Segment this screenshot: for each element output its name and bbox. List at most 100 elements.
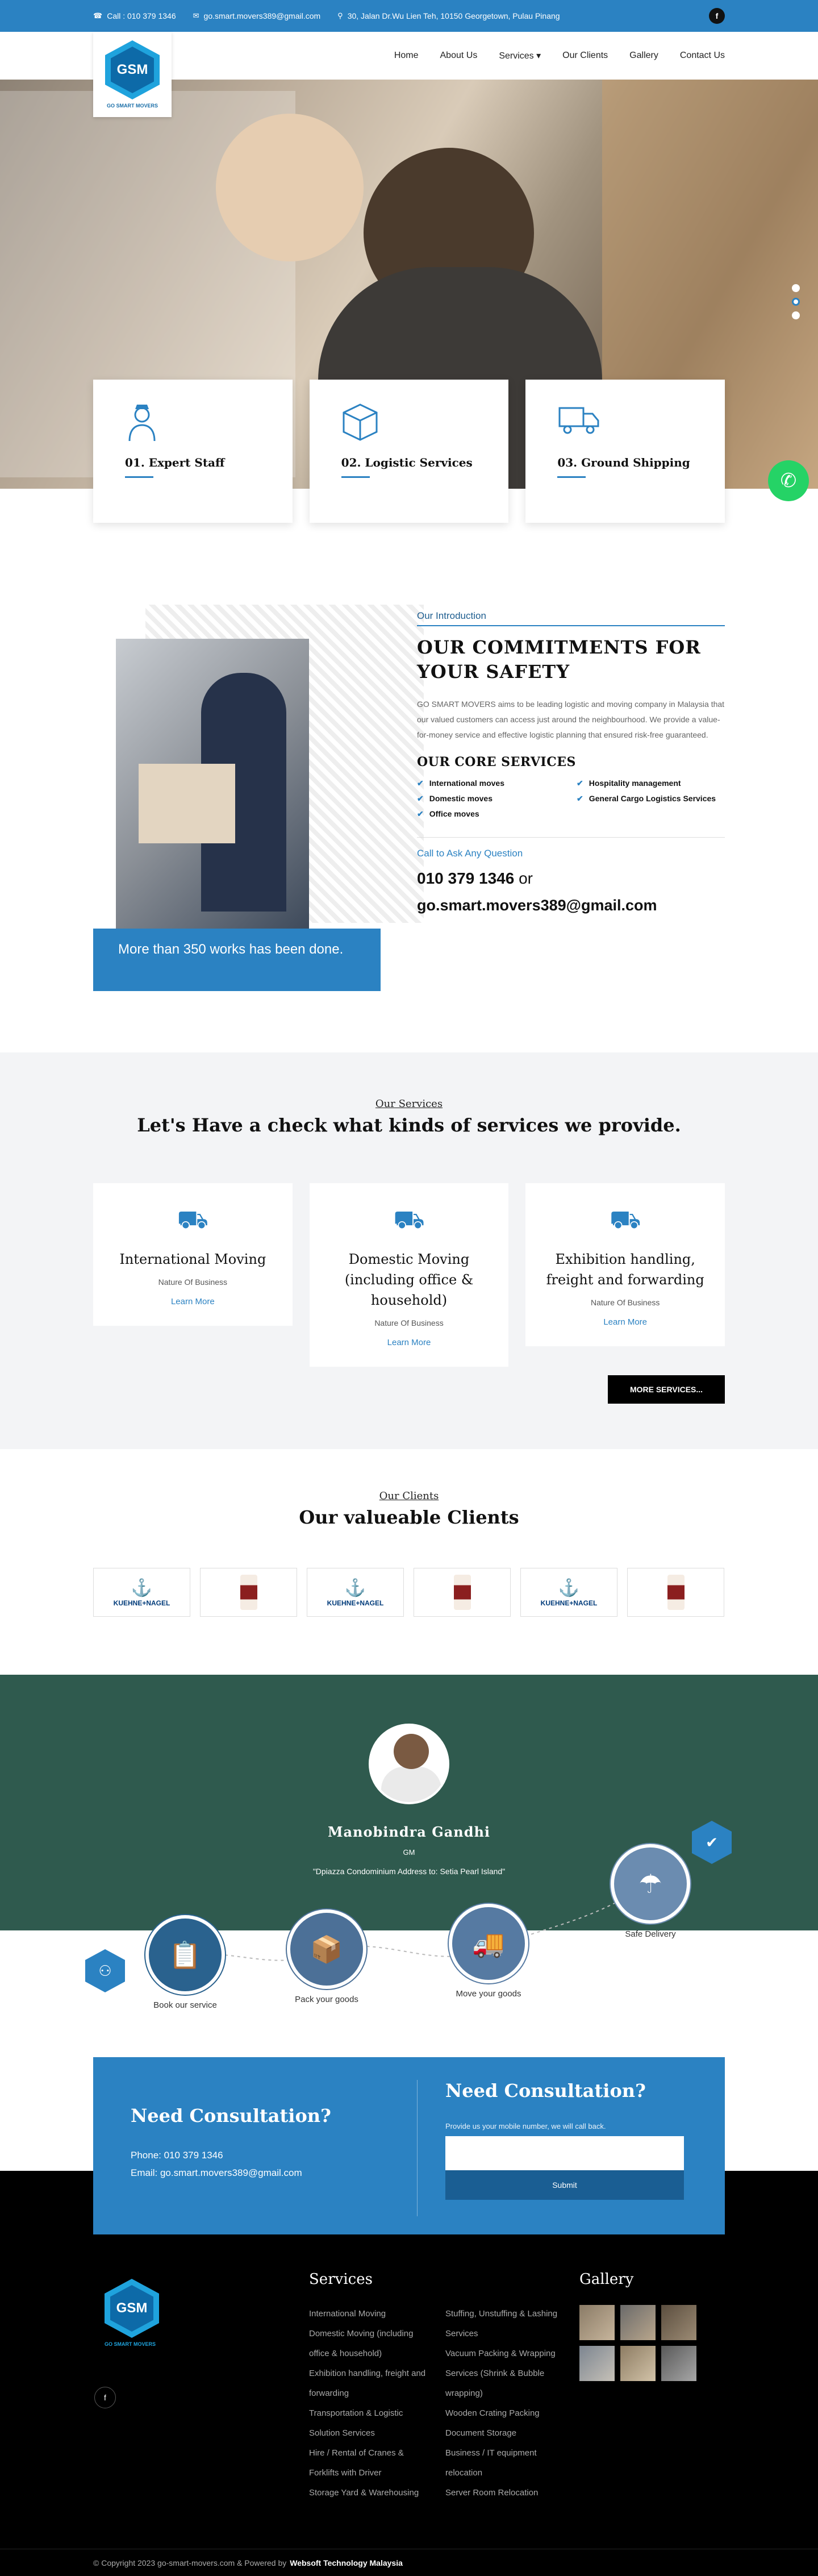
- gallery-thumb[interactable]: [620, 2305, 656, 2340]
- truck-icon: [557, 402, 693, 448]
- check-icon: ✔: [577, 794, 583, 804]
- submit-button[interactable]: Submit: [445, 2170, 684, 2200]
- learn-more-link[interactable]: Learn More: [110, 1297, 276, 1306]
- site-logo[interactable]: GSM GO SMART MOVERS: [93, 32, 172, 117]
- footer-link[interactable]: Hire / Rental of Cranes &: [309, 2443, 434, 2463]
- feature-card: 01. Expert Staff: [93, 380, 293, 523]
- bottle-logo: [240, 1575, 257, 1610]
- nav-clients[interactable]: Our Clients: [562, 51, 608, 61]
- clipboard-icon: 📋: [145, 1915, 225, 1995]
- phone-icon: ☎: [93, 11, 103, 20]
- powered-by-link[interactable]: Websoft Technology Malaysia: [290, 2558, 403, 2567]
- consult-phone[interactable]: Phone: 010 379 1346: [131, 2150, 223, 2161]
- client-logo[interactable]: ⚓ KUEHNE+NAGEL: [93, 1568, 190, 1617]
- footer-link[interactable]: Document Storage: [445, 2423, 570, 2443]
- nav-services[interactable]: Services ▾: [499, 50, 541, 61]
- footer-link[interactable]: Business / IT equipment: [445, 2443, 570, 2463]
- gallery-thumb[interactable]: [579, 2346, 615, 2381]
- footer-link[interactable]: Wooden Crating Packing: [445, 2403, 570, 2423]
- clients-section: Our Clients Our valueable Clients ⚓ KUEHN…: [0, 1490, 818, 1617]
- location-icon: ⚲: [337, 11, 343, 20]
- nav-contact[interactable]: Contact Us: [680, 51, 725, 61]
- gallery-thumb[interactable]: [661, 2346, 696, 2381]
- bottle-logo: [667, 1575, 685, 1610]
- check-icon: ✔: [417, 779, 424, 788]
- step-pack: 📦 Pack your goods: [287, 1909, 366, 2004]
- copyright-bar: © Copyright 2023 go-smart-movers.com & P…: [0, 2549, 818, 2576]
- contact-phone[interactable]: 010 379 1346 or: [417, 869, 725, 888]
- footer-gallery: Gallery: [579, 2271, 696, 2381]
- footer-link[interactable]: Transportation & Logistic: [309, 2403, 434, 2423]
- step-delivery: ☂ Safe Delivery: [611, 1844, 690, 1939]
- learn-more-link[interactable]: Learn More: [542, 1317, 708, 1327]
- footer-link[interactable]: relocation: [445, 2463, 570, 2483]
- client-logo[interactable]: [200, 1568, 297, 1617]
- mover-photo: [116, 639, 309, 929]
- client-logo[interactable]: ⚓ KUEHNE+NAGEL: [520, 1568, 617, 1617]
- learn-more-link[interactable]: Learn More: [327, 1338, 492, 1347]
- nav-gallery[interactable]: Gallery: [629, 51, 658, 61]
- truck-icon: ⛟: [610, 1206, 641, 1234]
- client-logos: ⚓ KUEHNE+NAGEL ⚓ KUEHNE+NAGEL ⚓ KUEHNE+NAGE…: [93, 1568, 725, 1617]
- facebook-icon[interactable]: f: [709, 8, 725, 24]
- list-item: ✔ Office moves: [417, 809, 479, 819]
- gallery-thumb[interactable]: [620, 2346, 656, 2381]
- whatsapp-icon[interactable]: ✆: [768, 460, 809, 501]
- footer-link[interactable]: Services (Shrink & Bubble: [445, 2363, 570, 2383]
- consult-email[interactable]: Email: go.smart.movers389@gmail.com: [131, 2167, 302, 2178]
- consult-prompt: Provide us your mobile number, we will c…: [445, 2122, 606, 2130]
- core-services-title: OUR CORE SERVICES: [417, 755, 576, 770]
- footer-link[interactable]: forwarding: [309, 2383, 434, 2403]
- staff-icon: [125, 402, 261, 448]
- list-item: ✔ International moves: [417, 779, 504, 788]
- slider-dot[interactable]: [792, 311, 800, 319]
- contact-email[interactable]: go.smart.movers389@gmail.com: [417, 897, 725, 914]
- gallery-thumb[interactable]: [579, 2305, 615, 2340]
- footer-link[interactable]: wrapping): [445, 2383, 570, 2403]
- client-logo[interactable]: [414, 1568, 511, 1617]
- truck-icon: ⛟: [177, 1206, 209, 1234]
- slider-dot-active[interactable]: [792, 298, 800, 306]
- mobile-number-input[interactable]: [445, 2136, 684, 2170]
- slider-dots: [792, 284, 800, 319]
- feature-card: 02. Logistic Services: [309, 380, 509, 523]
- more-services-button[interactable]: MORE SERVICES...: [608, 1375, 725, 1404]
- service-card[interactable]: ⛟ International Moving Nature Of Busines…: [93, 1183, 293, 1326]
- call-info[interactable]: ☎ Call : 010 379 1346: [93, 11, 176, 20]
- feature-card: 03. Ground Shipping: [525, 380, 725, 523]
- consult-title-left: Need Consultation?: [131, 2105, 331, 2126]
- nav-home[interactable]: Home: [394, 51, 419, 61]
- footer-link[interactable]: Storage Yard & Warehousing: [309, 2483, 434, 2503]
- footer-link[interactable]: Exhibition handling, freight and: [309, 2363, 434, 2383]
- address-info: ⚲ 30, Jalan Dr.Wu Lien Teh, 10150 Georget…: [337, 11, 560, 20]
- box-icon: [341, 402, 477, 448]
- slider-dot[interactable]: [792, 284, 800, 292]
- footer-link[interactable]: Stuffing, Unstuffing & Lashing: [445, 2304, 570, 2324]
- gallery-thumb[interactable]: [661, 2305, 696, 2340]
- footer-link[interactable]: Domestic Moving (including: [309, 2324, 434, 2344]
- intro-title: OUR COMMITMENTS FOR YOUR SAFETY: [417, 636, 701, 683]
- footer-link[interactable]: office & household): [309, 2344, 434, 2363]
- list-item: ✔ Domestic moves: [417, 794, 493, 804]
- footer-link[interactable]: Vacuum Packing & Wrapping: [445, 2344, 570, 2363]
- footer-link[interactable]: Services: [445, 2324, 570, 2344]
- client-logo[interactable]: [627, 1568, 724, 1617]
- check-icon: ✔: [417, 794, 424, 804]
- footer-logo[interactable]: GSM GO SMART MOVERS: [105, 2279, 159, 2347]
- client-logo[interactable]: ⚓ KUEHNE+NAGEL: [307, 1568, 404, 1617]
- footer-link[interactable]: Server Room Relocation: [445, 2483, 570, 2503]
- anchor-icon: ⚓: [344, 1578, 366, 1597]
- footer-services-col1: International Moving Domestic Moving (in…: [309, 2304, 434, 2503]
- footer-link[interactable]: Solution Services: [309, 2423, 434, 2443]
- facebook-icon[interactable]: f: [94, 2387, 116, 2408]
- service-card[interactable]: ⛟ Domestic Moving (including office & ho…: [309, 1183, 509, 1367]
- logo-hexagon: GSM: [105, 40, 160, 99]
- check-icon: ✔: [577, 779, 583, 788]
- nav-about[interactable]: About Us: [440, 51, 478, 61]
- footer-link[interactable]: Forklifts with Driver: [309, 2463, 434, 2483]
- footer-link[interactable]: International Moving: [309, 2304, 434, 2324]
- anchor-icon: ⚓: [131, 1578, 153, 1597]
- check-icon: ✔: [417, 809, 424, 819]
- email-info[interactable]: ✉ go.smart.movers389@gmail.com: [193, 11, 321, 20]
- service-card[interactable]: ⛟ Exhibition handling, freight and forwa…: [525, 1183, 725, 1346]
